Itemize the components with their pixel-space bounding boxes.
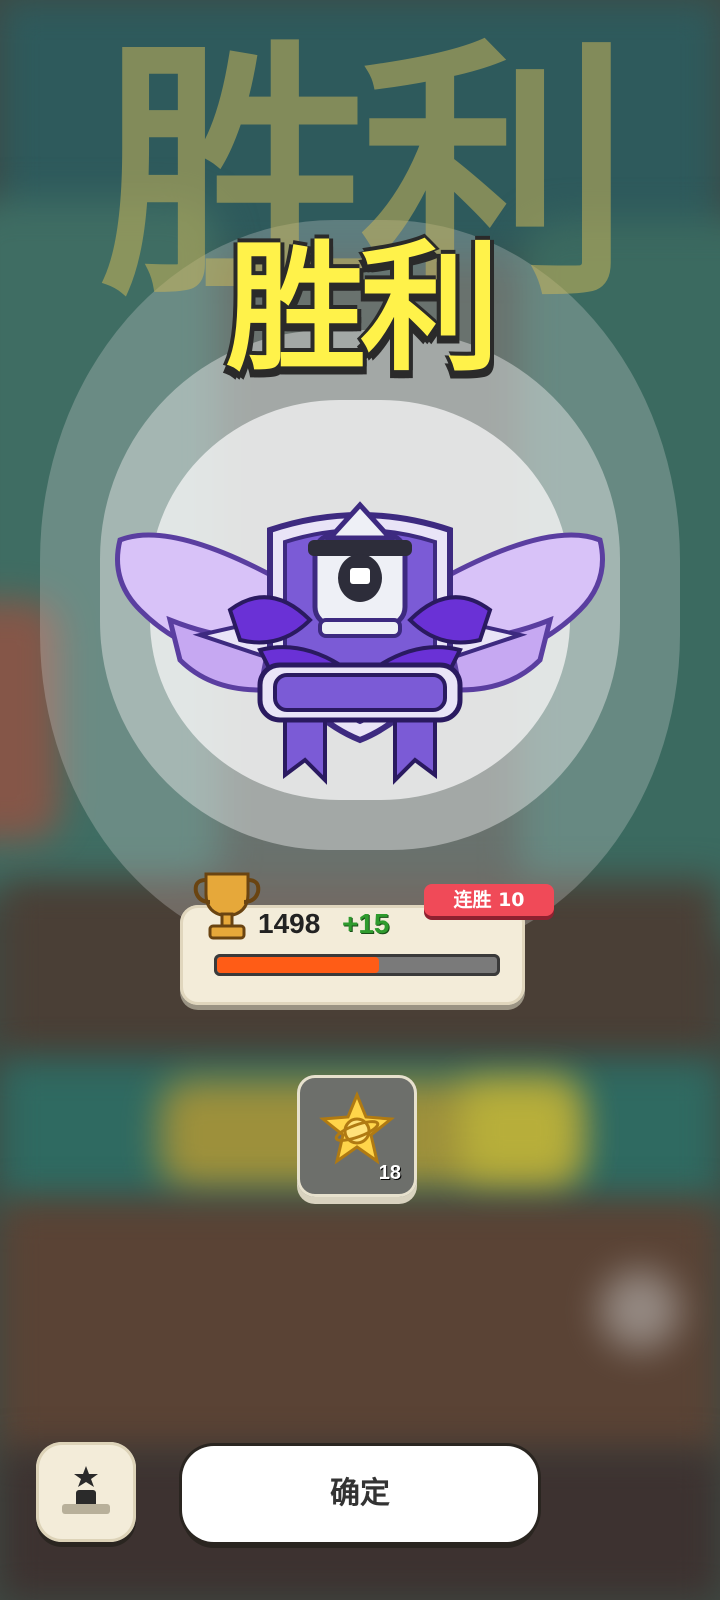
victory-title: 胜利 <box>225 228 500 391</box>
win-streak-badge: 连胜 10 <box>424 884 554 916</box>
leaderboard-button[interactable] <box>36 1442 136 1542</box>
confirm-button[interactable]: 确定 <box>182 1446 538 1542</box>
planet-star-icon <box>319 1091 395 1165</box>
winged-robot-shield-badge-icon <box>115 501 605 785</box>
trophy-points: 1498 <box>258 908 321 939</box>
progress-bar <box>214 954 500 976</box>
trophy-icon <box>193 872 261 940</box>
reward-count: 18 <box>378 1162 401 1184</box>
reward-item[interactable]: 18 <box>297 1075 417 1197</box>
podium-star-icon <box>62 1466 110 1514</box>
progress-fill <box>217 957 379 973</box>
points-delta: +15 <box>342 908 390 939</box>
